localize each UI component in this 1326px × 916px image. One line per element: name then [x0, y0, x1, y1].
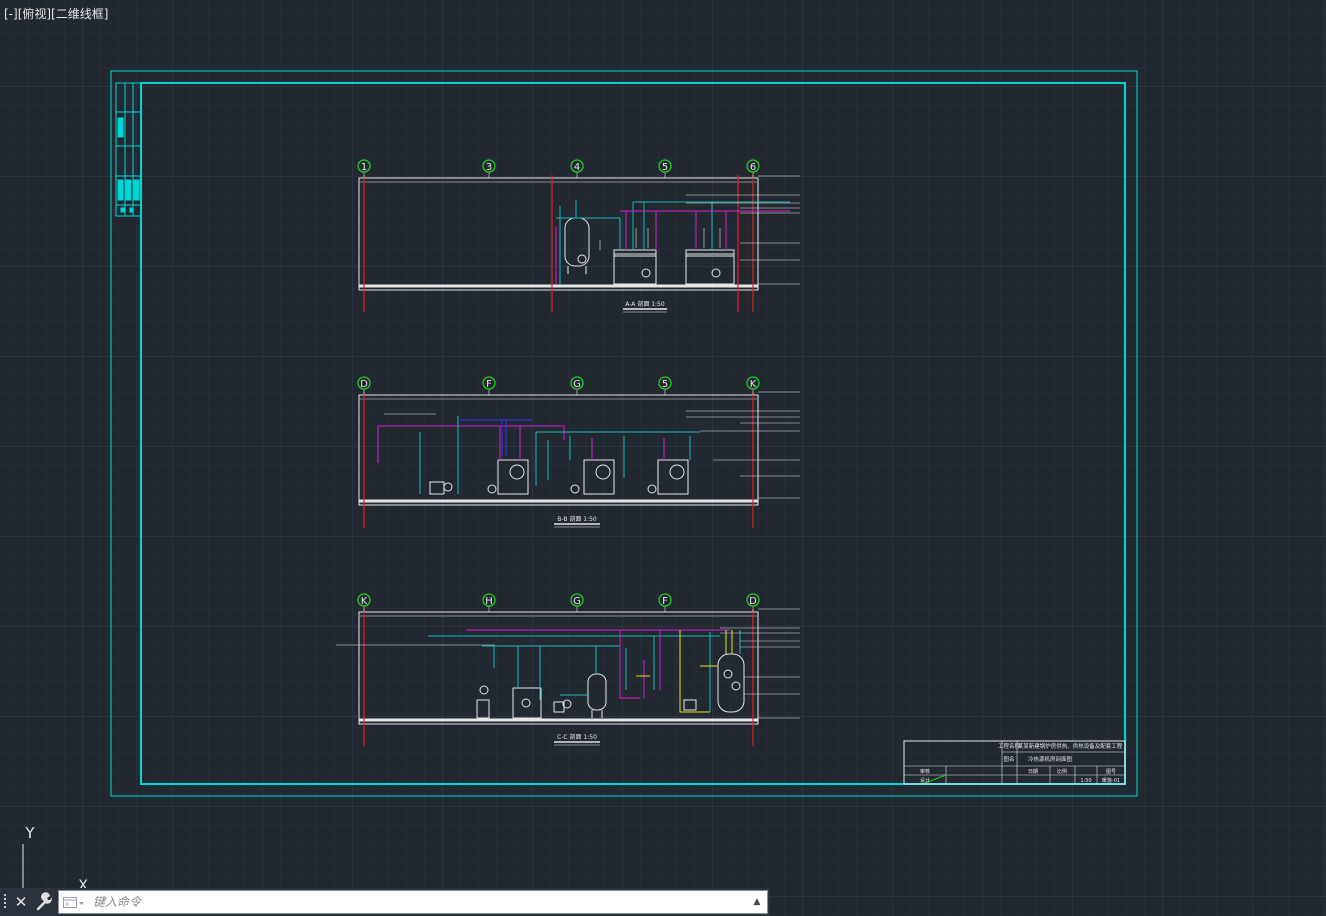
drawing-canvas: 1 3 4 5 6 A-A 剖面 1:50 D F G 5 K B-B 剖面 1…: [110, 70, 1138, 797]
section-a-a: 1 3 4 5 6 A-A 剖面 1:50: [357, 159, 800, 313]
command-line-bar: ✕ ▲: [0, 888, 770, 916]
date-label: 日期: [1028, 769, 1038, 775]
drawing-name: 冷热源机房剖面图: [1028, 755, 1073, 763]
axis-label: 5: [662, 379, 668, 390]
axis-bubble-5b: 5: [658, 376, 672, 390]
axis-bubble-d2: D: [746, 593, 760, 607]
close-icon[interactable]: ✕: [13, 892, 29, 912]
scale-value: 1:50: [1080, 778, 1091, 784]
axis-bubble-g: G: [570, 376, 584, 390]
section-title: B-B 剖面 1:50: [557, 515, 597, 523]
axis-label: G: [573, 379, 581, 390]
axis-bubble-f: F: [482, 376, 496, 390]
axis-label: 3: [486, 162, 492, 173]
axis-bubble-h: H: [482, 593, 496, 607]
axis-label: D: [749, 596, 757, 607]
ucs-y-label: Y: [24, 824, 35, 842]
project-name: 某某新建锅炉房供热、供热设备及配套工程: [1018, 742, 1123, 750]
axis-label: F: [662, 596, 668, 607]
checked-label: 审核: [920, 768, 930, 775]
title-block: 工程名称 某某新建锅炉房供热、供热设备及配套工程 图名 冷热源机房剖面图 审核 …: [903, 740, 1126, 785]
command-prompt-icon[interactable]: [63, 896, 85, 910]
axis-bubble-4: 4: [570, 159, 584, 173]
sheet-inner-border: [140, 82, 1126, 785]
designed-label: 设计: [920, 777, 930, 784]
ucs-icon: Y X: [22, 824, 88, 890]
axis-bubble-5: 5: [658, 159, 672, 173]
axis-label: K: [361, 596, 368, 607]
binding-strip: [115, 82, 142, 217]
section-b-b: D F G 5 K B-B 剖面 1:50: [357, 376, 800, 528]
pump-unit: [429, 459, 689, 495]
axis-label: K: [750, 379, 757, 390]
axis-bubble-k: K: [746, 376, 760, 390]
command-input-box[interactable]: ▲: [58, 890, 768, 914]
axis-label: F: [486, 379, 492, 390]
axis-label: 1: [361, 162, 367, 173]
axis-bubble-1: 1: [357, 159, 371, 173]
axis-label: 6: [750, 162, 756, 173]
sheet-label: 图号: [1106, 769, 1116, 775]
sheet-outer-border: [110, 70, 1138, 797]
command-input[interactable]: [93, 893, 733, 911]
axis-label: H: [485, 596, 493, 607]
axis-bubble-6: 6: [746, 159, 760, 173]
axis-label: 5: [662, 162, 668, 173]
axis-label: 4: [574, 162, 580, 173]
section-title: C-C 剖面 1:50: [557, 733, 597, 741]
axis-label: D: [360, 379, 368, 390]
axis-bubble-f2: F: [658, 593, 672, 607]
section-title: A-A 剖面 1:50: [625, 300, 665, 308]
drawing-label: 图名: [1003, 755, 1014, 763]
axis-bubble-3: 3: [482, 159, 496, 173]
equipment: [476, 653, 745, 719]
section-c-c: K H G F D C-C 剖面 1:50: [336, 593, 800, 746]
vertical-tank: [564, 217, 590, 274]
wrench-icon[interactable]: [34, 892, 54, 912]
axis-bubble-g2: G: [570, 593, 584, 607]
drag-grip-icon[interactable]: [4, 894, 10, 910]
axis-label: G: [573, 596, 581, 607]
axis-bubble-d: D: [357, 376, 371, 390]
horizontal-unit: [613, 249, 735, 285]
axis-bubble-k2: K: [357, 593, 371, 607]
scale-label: 比例: [1057, 768, 1067, 775]
sheet-number: 暖施-01: [1102, 777, 1120, 784]
chevron-up-icon[interactable]: ▲: [751, 895, 763, 909]
